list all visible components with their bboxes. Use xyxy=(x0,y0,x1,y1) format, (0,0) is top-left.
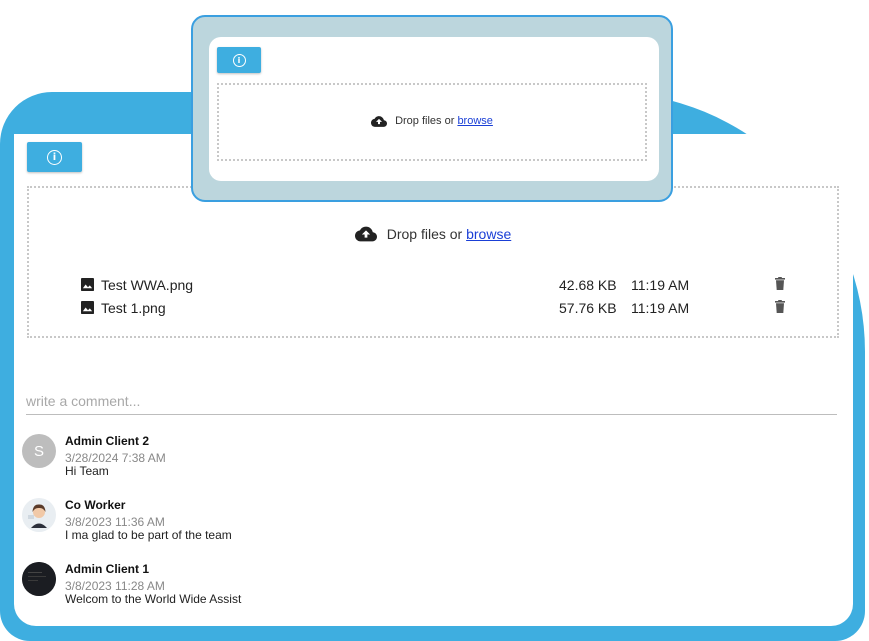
drop-prompt: Drop files or browse xyxy=(29,226,837,242)
delete-icon[interactable] xyxy=(775,277,785,290)
comment-author: Co Worker xyxy=(65,498,126,512)
drop-text: Drop files or xyxy=(395,115,455,127)
comment-item: Co Worker 3/8/2023 11:36 AM I ma glad to… xyxy=(22,498,722,558)
file-dropzone[interactable]: Drop files or browse xyxy=(217,83,647,161)
file-time: 11:19 AM xyxy=(631,277,690,293)
cloud-upload-icon xyxy=(354,226,377,242)
zoom-inset: i Drop files or browse xyxy=(191,15,673,202)
image-file-icon xyxy=(81,301,94,314)
file-row: Test WWA.png 42.68 KB 11:19 AM xyxy=(81,274,837,296)
comment-text: Hi Team xyxy=(65,464,109,478)
comment-text: I ma glad to be part of the team xyxy=(65,528,232,542)
comment-item: S Admin Client 2 3/28/2024 7:38 AM Hi Te… xyxy=(22,434,722,494)
file-name: Test WWA.png xyxy=(101,277,194,293)
user-photo-icon xyxy=(22,498,56,532)
user-photo-icon xyxy=(22,562,56,596)
info-icon: i xyxy=(232,53,246,67)
attachments-card: i Drop files or browse Test WWA.png 42.6… xyxy=(14,134,853,626)
file-size: 57.76 KB xyxy=(559,300,617,316)
drop-text: Drop files or xyxy=(386,226,463,242)
file-row: Test 1.png 57.76 KB 11:19 AM xyxy=(81,297,837,319)
file-time: 11:19 AM xyxy=(631,300,690,316)
drop-prompt: Drop files or browse xyxy=(219,115,645,127)
avatar xyxy=(22,498,56,532)
avatar-initial: S xyxy=(33,442,44,460)
comment-item: Admin Client 1 3/8/2023 11:28 AM Welcom … xyxy=(22,562,722,622)
comment-input[interactable] xyxy=(26,388,837,415)
avatar xyxy=(22,562,56,596)
cloud-upload-icon xyxy=(371,115,388,127)
info-icon: i xyxy=(47,149,62,165)
comment-date: 3/8/2023 11:28 AM xyxy=(65,579,165,593)
comment-date: 3/8/2023 11:36 AM xyxy=(65,515,165,529)
file-size: 42.68 KB xyxy=(559,277,617,293)
image-file-icon xyxy=(81,278,94,291)
avatar: S xyxy=(22,434,56,468)
comment-author: Admin Client 1 xyxy=(65,562,150,576)
comment-author: Admin Client 2 xyxy=(65,434,150,448)
zoom-inset-card: i Drop files or browse xyxy=(209,37,659,181)
delete-icon[interactable] xyxy=(775,300,785,313)
file-name: Test 1.png xyxy=(101,300,166,316)
comment-date: 3/28/2024 7:38 AM xyxy=(65,451,166,465)
info-button[interactable]: i xyxy=(217,47,261,73)
browse-link[interactable]: browse xyxy=(466,226,511,242)
browse-link[interactable]: browse xyxy=(457,115,492,127)
comment-text: Welcom to the World Wide Assist xyxy=(65,592,242,606)
info-button[interactable]: i xyxy=(27,142,82,172)
file-dropzone[interactable]: Drop files or browse Test WWA.png 42.68 … xyxy=(27,186,839,338)
